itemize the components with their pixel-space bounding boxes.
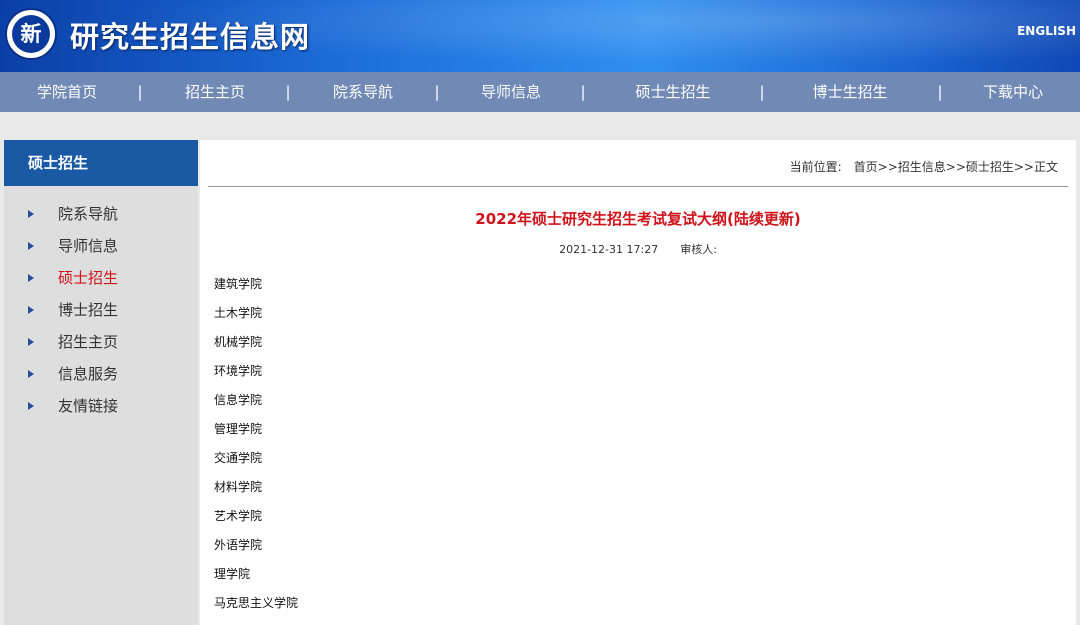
university-logo[interactable]: 新 xyxy=(5,8,57,60)
college-link[interactable]: 土木学院 xyxy=(214,302,298,331)
nav-separator: | xyxy=(937,83,943,101)
breadcrumb-label: 当前位置: xyxy=(789,160,842,174)
sidebar-item-label: 博士招生 xyxy=(58,301,119,319)
sidebar-item-phd-admissions[interactable]: 博士招生 xyxy=(4,294,198,326)
breadcrumb-path[interactable]: 首页>>招生信息>>硕士招生>>正文 xyxy=(854,160,1058,174)
sidebar-item-label: 院系导航 xyxy=(58,205,119,223)
college-link[interactable]: 管理学院 xyxy=(214,418,298,447)
college-link[interactable]: 交通学院 xyxy=(214,447,298,476)
nav-item-admissions-home[interactable]: 招生主页 xyxy=(185,72,245,112)
site-header: 新 研究生招生信息网 ENGLISH xyxy=(0,0,1080,72)
sidebar-item-label: 友情链接 xyxy=(58,397,119,415)
sidebar-title: 硕士招生 xyxy=(4,140,198,186)
college-link[interactable]: 外语学院 xyxy=(214,534,298,563)
sidebar-item-friendly-links[interactable]: 友情链接 xyxy=(4,390,198,422)
college-link[interactable]: 材料学院 xyxy=(214,476,298,505)
sidebar: 硕士招生 院系导航 导师信息 硕士招生 博士招生 招生主页 信息服务 友情链接 xyxy=(4,140,198,625)
article-meta: 2021-12-31 17:27 审核人: xyxy=(200,241,1076,257)
english-link[interactable]: ENGLISH xyxy=(1017,24,1076,38)
main-content: 当前位置: 首页>>招生信息>>硕士招生>>正文 2022年硕士研究生招生考试复试… xyxy=(200,140,1076,625)
triangle-right-icon xyxy=(28,306,34,314)
college-link[interactable]: 艺术学院 xyxy=(214,505,298,534)
breadcrumb: 当前位置: 首页>>招生信息>>硕士招生>>正文 xyxy=(790,158,1058,175)
site-title: 研究生招生信息网 xyxy=(70,20,311,54)
main-nav: 学院首页 | 招生主页 | 院系导航 | 导师信息 | 硕士生招生 | 博士生招… xyxy=(0,72,1080,112)
nav-separator: | xyxy=(580,83,586,101)
triangle-right-icon xyxy=(28,402,34,410)
sidebar-list: 院系导航 导师信息 硕士招生 博士招生 招生主页 信息服务 友情链接 xyxy=(4,198,198,422)
college-link[interactable]: 环境学院 xyxy=(214,360,298,389)
logo-emblem: 新 xyxy=(12,15,50,53)
college-link[interactable]: 马克思主义学院 xyxy=(214,592,298,621)
divider xyxy=(208,186,1068,187)
triangle-right-icon xyxy=(28,370,34,378)
nav-item-phd-admissions[interactable]: 博士生招生 xyxy=(812,72,887,112)
nav-separator: | xyxy=(759,83,765,101)
nav-separator: | xyxy=(137,83,143,101)
nav-item-supervisors[interactable]: 导师信息 xyxy=(481,72,541,112)
nav-item-departments[interactable]: 院系导航 xyxy=(333,72,393,112)
college-list: 建筑学院 土木学院 机械学院 环境学院 信息学院 管理学院 交通学院 材料学院 … xyxy=(214,273,298,621)
triangle-right-icon xyxy=(28,242,34,250)
sidebar-item-admissions-home[interactable]: 招生主页 xyxy=(4,326,198,358)
sidebar-item-label: 导师信息 xyxy=(58,237,119,255)
nav-separator: | xyxy=(285,83,291,101)
sidebar-item-master-admissions[interactable]: 硕士招生 xyxy=(4,262,198,294)
nav-separator: | xyxy=(434,83,440,101)
sidebar-item-label: 硕士招生 xyxy=(58,269,119,287)
nav-item-college-home[interactable]: 学院首页 xyxy=(37,72,97,112)
sidebar-item-label: 信息服务 xyxy=(58,365,119,383)
nav-item-master-admissions[interactable]: 硕士生招生 xyxy=(635,72,710,112)
triangle-right-icon xyxy=(28,210,34,218)
publish-date: 2021-12-31 17:27 xyxy=(559,243,659,256)
article-title: 2022年硕士研究生招生考试复试大纲(陆续更新) xyxy=(475,210,801,228)
sidebar-item-departments[interactable]: 院系导航 xyxy=(4,198,198,230)
reviewer-label: 审核人: xyxy=(680,243,717,256)
nav-item-downloads[interactable]: 下载中心 xyxy=(983,72,1043,112)
triangle-right-icon xyxy=(28,338,34,346)
triangle-right-icon xyxy=(28,274,34,282)
sidebar-item-label: 招生主页 xyxy=(58,333,119,351)
college-link[interactable]: 建筑学院 xyxy=(214,273,298,302)
college-link[interactable]: 理学院 xyxy=(214,563,298,592)
sidebar-item-supervisors[interactable]: 导师信息 xyxy=(4,230,198,262)
sidebar-item-info-services[interactable]: 信息服务 xyxy=(4,358,198,390)
college-link[interactable]: 信息学院 xyxy=(214,389,298,418)
college-link[interactable]: 机械学院 xyxy=(214,331,298,360)
